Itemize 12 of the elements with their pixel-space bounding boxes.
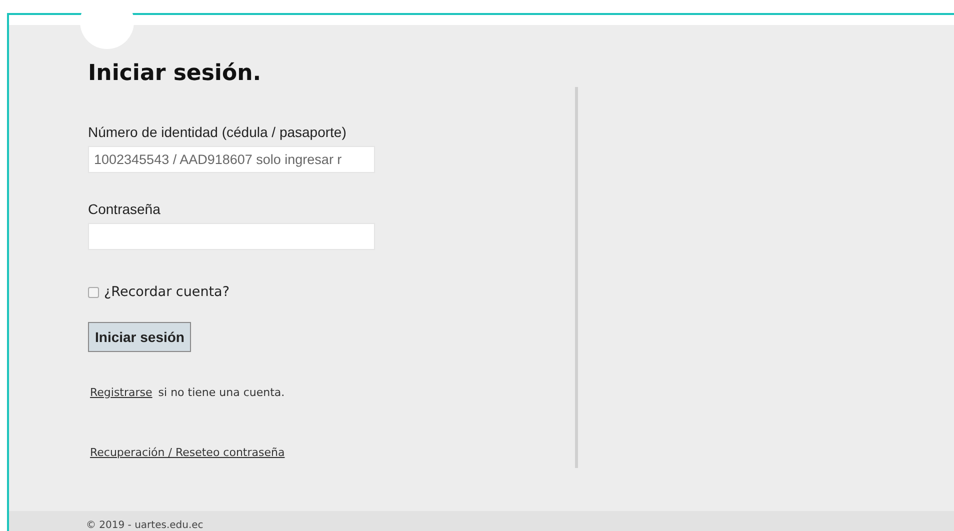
field-label: Contraseña [88,201,162,217]
login-button[interactable]: Iniciar sesión [88,322,192,352]
input-field[interactable]: 1002345543 / AAD918607 solo ingresar r [88,146,375,173]
register-text: si no tiene una cuenta. [158,386,285,399]
remember-checkbox[interactable] [88,286,99,298]
register-link[interactable]: Registrarse [90,386,152,399]
page-title: Iniciar sesión. [88,61,262,86]
field-label: Número de identidad (cédula / pasaporte) [88,124,348,140]
input-field[interactable] [88,223,375,250]
footer-copyright: © 2019 - uartes.edu.ec [86,520,204,531]
remember-label: ¿Recordar cuenta? [104,284,230,300]
reset-password-link[interactable]: Recuperación / Reseteo contraseña [90,446,285,459]
